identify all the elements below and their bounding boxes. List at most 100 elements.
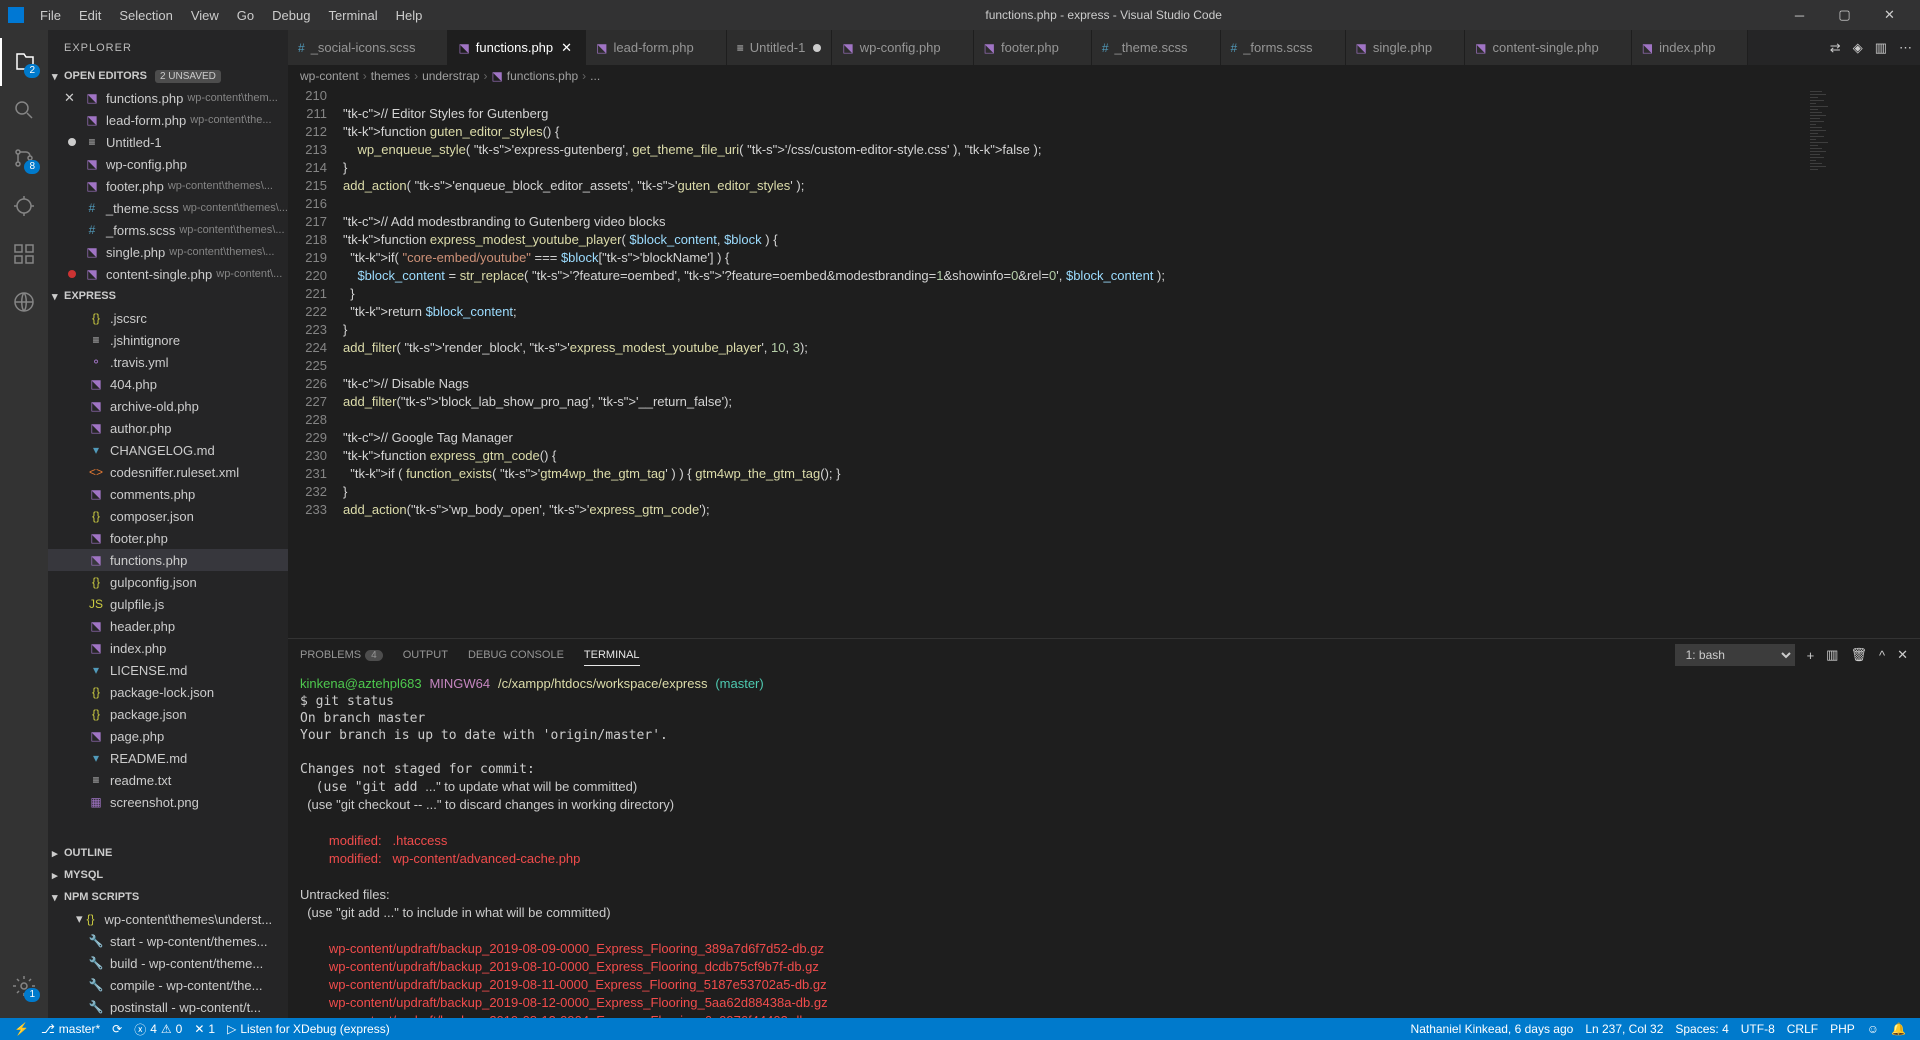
terminal-tab[interactable]: TERMINAL	[584, 645, 640, 666]
open-changes-icon[interactable]: ◈	[1853, 40, 1863, 56]
open-editor-item[interactable]: ✕⬔lead-form.phpwp-content\the...	[48, 109, 288, 131]
terminal-content[interactable]: kinkena@aztehpl683 MINGW64 /c/xampp/htdo…	[288, 671, 1920, 1018]
split-editor-icon[interactable]: ▥	[1875, 40, 1887, 56]
open-editor-item[interactable]: ⬔content-single.phpwp-content\...	[48, 263, 288, 285]
menu-selection[interactable]: Selection	[111, 4, 180, 27]
more-icon[interactable]: ⋯	[1899, 40, 1912, 56]
menu-file[interactable]: File	[32, 4, 69, 27]
output-tab[interactable]: OUTPUT	[403, 645, 448, 665]
menu-view[interactable]: View	[183, 4, 227, 27]
debug-target[interactable]: ▷ Listen for XDebug (express)	[221, 1022, 396, 1036]
close-panel-icon[interactable]: ✕	[1897, 647, 1908, 663]
notifications-icon[interactable]: 🔔	[1885, 1022, 1912, 1036]
code-editor[interactable]: 210 211 212 213 214 215 216 217 218 219 …	[288, 87, 1920, 638]
explorer-icon[interactable]: 2	[0, 38, 48, 86]
menu-go[interactable]: Go	[229, 4, 262, 27]
outline-header[interactable]: ▸ OUTLINE	[48, 842, 288, 864]
npm-script-item[interactable]: 🔧start - wp-content/themes...	[48, 930, 288, 952]
open-editor-item[interactable]: ✕⬔functions.phpwp-content\them...	[48, 87, 288, 109]
file-tree-item[interactable]: ⬔functions.php	[48, 549, 288, 571]
file-tree-item[interactable]: ⬔author.php	[48, 417, 288, 439]
extensions-icon[interactable]	[0, 230, 48, 278]
menu-help[interactable]: Help	[388, 4, 431, 27]
file-tree-item[interactable]: ⬔comments.php	[48, 483, 288, 505]
open-editor-item[interactable]: ✕⬔single.phpwp-content\themes\...	[48, 241, 288, 263]
editor-tab[interactable]: ≡Untitled-1	[727, 30, 833, 65]
maximize-panel-icon[interactable]: ^	[1879, 648, 1885, 663]
sync-icon[interactable]: ⟳	[106, 1022, 128, 1036]
settings-gear-icon[interactable]: 1	[0, 962, 48, 1010]
file-tree-item[interactable]: ⬔archive-old.php	[48, 395, 288, 417]
editor-tab[interactable]: ⬔wp-config.php	[832, 30, 973, 65]
npm-script-item[interactable]: 🔧build - wp-content/theme...	[48, 952, 288, 974]
editor-tab[interactable]: ⬔content-single.php	[1465, 30, 1632, 65]
terminal-selector[interactable]: 1: bash	[1675, 644, 1795, 666]
open-editor-item[interactable]: ✕#_theme.scsswp-content\themes\...	[48, 197, 288, 219]
feedback-icon[interactable]: ☺	[1861, 1022, 1885, 1036]
menu-terminal[interactable]: Terminal	[320, 4, 385, 27]
git-blame[interactable]: Nathaniel Kinkead, 6 days ago	[1405, 1022, 1580, 1036]
file-tree-item[interactable]: ⬔index.php	[48, 637, 288, 659]
npm-script-item[interactable]: 🔧postinstall - wp-content/t...	[48, 996, 288, 1018]
language-mode[interactable]: PHP	[1824, 1022, 1861, 1036]
editor-tab[interactable]: #_theme.scss	[1092, 30, 1221, 65]
npm-scripts-header[interactable]: ▾ NPM SCRIPTS	[48, 886, 288, 908]
editor-tab[interactable]: ⬔lead-form.php	[586, 30, 727, 65]
xdebug-errors[interactable]: ✕ 1	[188, 1022, 221, 1036]
editor-tab[interactable]: ⬔index.php	[1632, 30, 1749, 65]
file-tree-item[interactable]: {}package-lock.json	[48, 681, 288, 703]
file-tree-item[interactable]: {}.jscsrc	[48, 307, 288, 329]
file-tree-item[interactable]: {}package.json	[48, 703, 288, 725]
maximize-button[interactable]: ▢	[1822, 0, 1867, 30]
source-control-icon[interactable]: 8	[0, 134, 48, 182]
remote-indicator[interactable]: ⚡	[8, 1022, 35, 1036]
code-content[interactable]: "tk-c">// Editor Styles for Gutenberg "t…	[343, 87, 1920, 638]
git-branch[interactable]: ⎇ master*	[35, 1022, 106, 1036]
cursor-position[interactable]: Ln 237, Col 32	[1579, 1022, 1669, 1036]
open-editor-item[interactable]: ✕⬔wp-config.php	[48, 153, 288, 175]
project-header[interactable]: ▾ EXPRESS	[48, 285, 288, 307]
file-tree-item[interactable]: ▾LICENSE.md	[48, 659, 288, 681]
file-tree-item[interactable]: <>codesniffer.ruleset.xml	[48, 461, 288, 483]
open-editor-item[interactable]: ≡Untitled-1	[48, 131, 288, 153]
file-tree-item[interactable]: ⬔page.php	[48, 725, 288, 747]
debug-icon[interactable]	[0, 182, 48, 230]
open-editor-item[interactable]: ✕⬔footer.phpwp-content\themes\...	[48, 175, 288, 197]
close-icon[interactable]: ✕	[64, 90, 80, 106]
close-button[interactable]: ✕	[1867, 0, 1912, 30]
menu-edit[interactable]: Edit	[71, 4, 109, 27]
npm-script-item[interactable]: 🔧compile - wp-content/the...	[48, 974, 288, 996]
file-tree-item[interactable]: ▦screenshot.png	[48, 791, 288, 813]
file-tree-item[interactable]: ≡.jshintignore	[48, 329, 288, 351]
file-tree-item[interactable]: {}gulpconfig.json	[48, 571, 288, 593]
file-tree-item[interactable]: ⬔header.php	[48, 615, 288, 637]
minimize-button[interactable]: ─	[1777, 0, 1822, 30]
eol[interactable]: CRLF	[1781, 1022, 1824, 1036]
file-tree-item[interactable]: JSgulpfile.js	[48, 593, 288, 615]
remote-icon[interactable]	[0, 278, 48, 326]
file-tree-item[interactable]: ▾README.md	[48, 747, 288, 769]
mysql-header[interactable]: ▸ MYSQL	[48, 864, 288, 886]
search-icon[interactable]	[0, 86, 48, 134]
problems-status[interactable]: ⓧ 4 ⚠ 0	[128, 1021, 188, 1038]
editor-tab[interactable]: #_social-icons.scss	[288, 30, 448, 65]
file-tree-item[interactable]: ⬔footer.php	[48, 527, 288, 549]
file-tree-item[interactable]: ⚬.travis.yml	[48, 351, 288, 373]
minimap[interactable]: ▬▬▬▬▬▬▬▬▬▬▬▬▬▬▬▬▬▬▬▬▬▬▬▬▬▬▬▬▬▬▬▬▬▬▬▬▬▬▬▬…	[1806, 87, 1906, 638]
npm-package-item[interactable]: ▾{}wp-content\themes\underst...	[48, 908, 288, 930]
file-tree-item[interactable]: ▾CHANGELOG.md	[48, 439, 288, 461]
file-tree-item[interactable]: {}composer.json	[48, 505, 288, 527]
open-editor-item[interactable]: ✕#_forms.scsswp-content\themes\...	[48, 219, 288, 241]
editor-tab[interactable]: ⬔footer.php	[974, 30, 1092, 65]
close-icon[interactable]: ✕	[561, 40, 575, 56]
editor-tab[interactable]: ⬔functions.php✕	[448, 30, 586, 65]
scrollbar[interactable]	[1906, 87, 1920, 638]
editor-tab[interactable]: ⬔single.php	[1346, 30, 1466, 65]
encoding[interactable]: UTF-8	[1735, 1022, 1781, 1036]
kill-terminal-icon[interactable]: 🗑	[1850, 647, 1867, 663]
open-editors-header[interactable]: ▾ OPEN EDITORS 2 UNSAVED	[48, 65, 288, 87]
indentation[interactable]: Spaces: 4	[1669, 1022, 1734, 1036]
menu-debug[interactable]: Debug	[264, 4, 318, 27]
new-terminal-icon[interactable]: +	[1807, 648, 1815, 663]
debug-console-tab[interactable]: DEBUG CONSOLE	[468, 645, 564, 665]
